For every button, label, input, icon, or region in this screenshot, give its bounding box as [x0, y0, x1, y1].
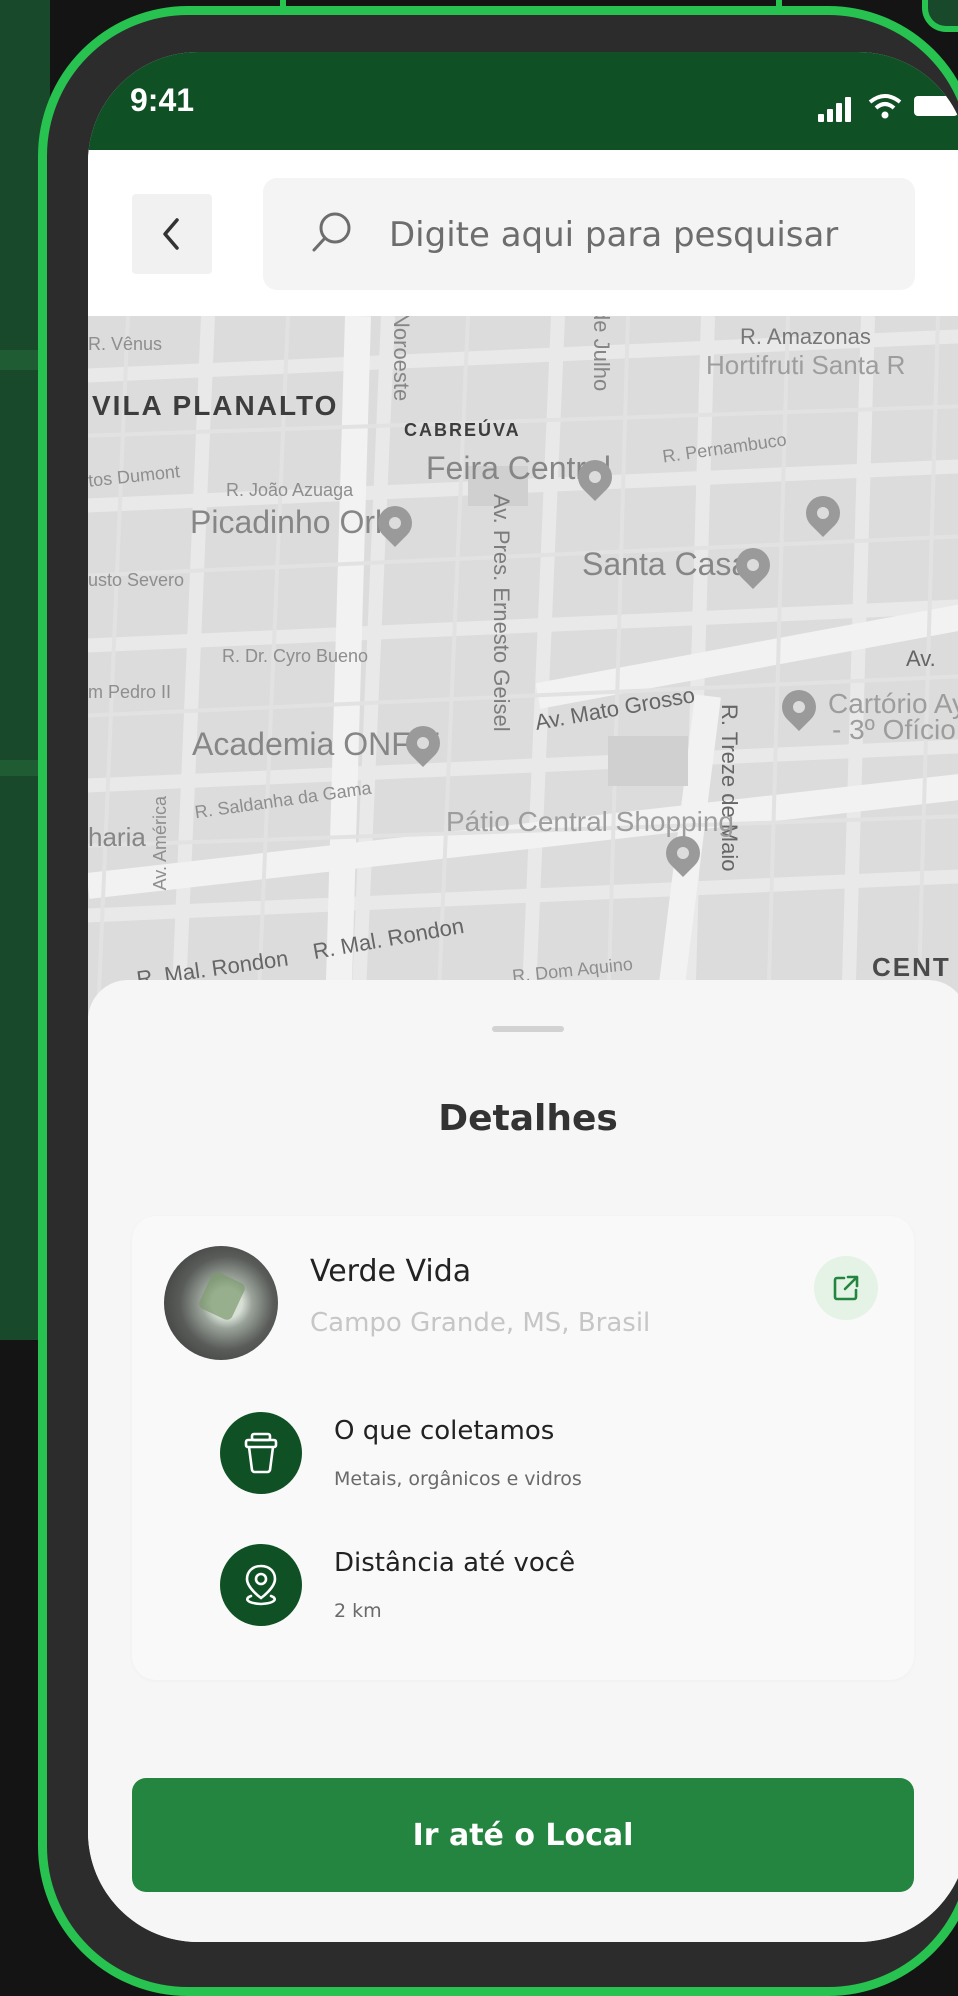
status-bar: 9:41: [88, 52, 958, 150]
map-label: R. Amazonas: [740, 324, 871, 349]
info-value: Metais, orgânicos e vidros: [334, 1468, 582, 1490]
map-label: usto Severo: [88, 570, 185, 590]
info-row-collects: O que coletamos Metais, orgânicos e vidr…: [220, 1412, 870, 1502]
status-icons: [818, 92, 958, 122]
go-to-location-button[interactable]: Ir até o Local: [132, 1778, 914, 1892]
info-title: O que coletamos: [334, 1416, 555, 1446]
search-box[interactable]: [263, 178, 915, 292]
map-label: Santa Casa: [582, 546, 750, 582]
map-label: haria: [88, 822, 146, 852]
map-label: Av.: [906, 646, 936, 671]
wifi-icon: [868, 94, 902, 119]
map-label: R. Dr. Cyro Bueno: [222, 646, 369, 666]
back-button[interactable]: [132, 194, 212, 274]
place-card: Verde Vida Campo Grande, MS, Brasil O qu…: [132, 1216, 914, 1680]
sheet-title: Detalhes: [438, 1098, 618, 1139]
battery-icon: [914, 96, 958, 116]
map-label: CABREÚVA: [404, 420, 521, 440]
drag-handle[interactable]: [492, 1026, 564, 1032]
chevron-left-icon: [163, 218, 179, 250]
map-label: de Julho: [589, 316, 614, 392]
map-label: m Pedro II: [88, 682, 172, 702]
map-label: Av. Pres. Ernesto Geisel: [489, 494, 514, 732]
search-icon: [312, 212, 351, 252]
map-label: - 3º Ofício: [832, 714, 956, 745]
map-view[interactable]: R. Vênus Noroeste de Julho R. Amazonas H…: [88, 316, 958, 1016]
avatar: [164, 1246, 278, 1360]
background-frame-corner: [922, 0, 958, 32]
map-label: VILA PLANALTO: [92, 390, 339, 421]
info-title: Distância até você: [334, 1548, 576, 1578]
map-label: Picadinho Orla: [190, 504, 400, 540]
place-location: Campo Grande, MS, Brasil: [310, 1308, 651, 1338]
status-time: 9:41: [130, 82, 195, 118]
map-label: R. Treze de Maio: [717, 704, 742, 872]
map-label: R. Vênus: [88, 334, 163, 354]
app-screen: 9:41 Digite aqui para pesquisar R. Vênus…: [88, 52, 958, 1942]
trash-bin-icon: [220, 1412, 302, 1494]
info-row-distance: Distância até você 2 km: [220, 1544, 870, 1634]
map-label: Pátio Central Shopping: [446, 806, 734, 837]
info-value: 2 km: [334, 1600, 382, 1622]
map-label: Noroeste: [389, 316, 414, 402]
external-link-button[interactable]: [814, 1256, 878, 1320]
location-pin-icon: [220, 1544, 302, 1626]
external-link-icon: [833, 1275, 859, 1301]
place-name: Verde Vida: [310, 1254, 472, 1289]
search-header: [88, 150, 958, 316]
map-label: R. João Azuaga: [226, 480, 354, 500]
map-label: Av. América: [150, 796, 170, 891]
details-sheet: Detalhes Verde Vida Campo Grande, MS, Br…: [88, 980, 958, 1942]
map-label: Academia ONFIT: [192, 726, 440, 762]
map-label: CENT: [872, 952, 951, 982]
map-label: Hortifruti Santa R: [706, 350, 906, 380]
search-input[interactable]: [387, 178, 901, 292]
